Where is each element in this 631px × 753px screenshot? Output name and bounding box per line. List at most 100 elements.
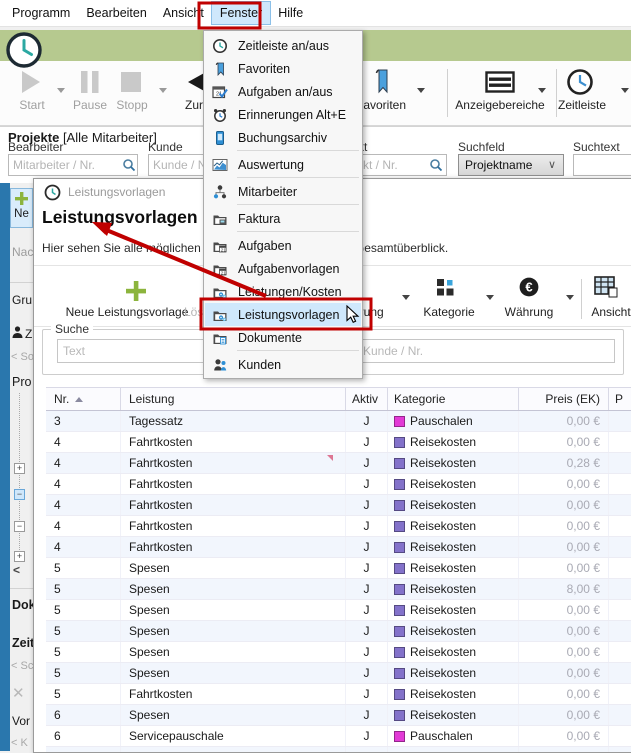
column-header-aktiv[interactable]: Aktiv: [346, 388, 388, 410]
menu-item-aufgaben[interactable]: 21Aufgaben: [205, 234, 361, 257]
menu-item-mitarbeiter[interactable]: Mitarbeiter: [205, 180, 361, 203]
table-row[interactable]: 4FahrtkostenJReisekosten0,00 €: [46, 516, 631, 537]
table-row[interactable]: 5SpesenJReisekosten0,00 €: [46, 621, 631, 642]
tree-expander-minus[interactable]: −: [14, 521, 25, 532]
scroll-left-arrow[interactable]: <: [13, 563, 20, 577]
stopp-caret[interactable]: [159, 88, 167, 93]
app-logo-clock-icon: [5, 31, 43, 74]
column-header-kategorie[interactable]: Kategorie: [388, 388, 519, 410]
search-icon[interactable]: [429, 158, 443, 177]
pause-button[interactable]: [79, 70, 101, 99]
table-row[interactable]: 4FahrtkostenJReisekosten0,00 €: [46, 474, 631, 495]
project-tree-fragment[interactable]: + − − +: [10, 393, 33, 568]
tree-expander-plus[interactable]: +: [14, 551, 25, 562]
menu-item-favoriten[interactable]: Favoriten: [205, 57, 361, 80]
menubar-item-fenster[interactable]: Fenster: [212, 2, 270, 24]
plus-icon: [126, 281, 146, 306]
erung-caret[interactable]: [402, 295, 410, 300]
table-row[interactable]: 6ServicepauschaleJPauschalen0,00 €: [46, 726, 631, 747]
column-header-preis-ek-[interactable]: Preis (EK): [519, 388, 609, 410]
anzeigebereiche-button[interactable]: [485, 71, 515, 98]
suche-kunde-input[interactable]: [357, 339, 615, 363]
menu-item-kunden[interactable]: Kunden: [205, 353, 361, 376]
table-cell: Fahrtkosten: [121, 516, 346, 536]
tree-expander-plus[interactable]: +: [14, 463, 25, 474]
table-row[interactable]: 4FahrtkostenJReisekosten0,00 €: [46, 537, 631, 558]
table-row[interactable]: 6ServicepauschaleJPauschalen0,00 €: [46, 747, 631, 753]
table-row[interactable]: 3TagessatzJPauschalen0,00 €: [46, 411, 631, 432]
tree-expander-minus-selected[interactable]: −: [14, 489, 25, 500]
search-icon[interactable]: [122, 158, 136, 177]
menu-item-zeitleiste-an-aus[interactable]: Zeitleiste an/aus: [205, 34, 361, 57]
menubar-item-bearbeiten[interactable]: Bearbeiten: [78, 2, 154, 24]
table-cell: Reisekosten: [388, 642, 519, 662]
table-cell: 0,00 €: [519, 474, 609, 494]
projects-scope: [Alle Mitarbeiter]: [63, 130, 157, 145]
column-header-p[interactable]: P: [609, 388, 631, 410]
menu-item-label: Buchungsarchiv: [238, 131, 327, 145]
svg-text:21: 21: [221, 247, 227, 252]
anzeigebereiche-caret[interactable]: [538, 88, 546, 93]
table-row[interactable]: 5FahrtkostenJReisekosten0,00 €: [46, 684, 631, 705]
menu-item-dokumente[interactable]: Dokumente: [205, 326, 361, 349]
menu-item-label: Aufgabenvorlagen: [238, 262, 339, 276]
table-cell: 0,00 €: [519, 516, 609, 536]
menubar-item-hilfe[interactable]: Hilfe: [270, 2, 311, 24]
window-title: Leistungsvorlagen: [68, 185, 165, 199]
menu-item-label: Faktura: [238, 212, 280, 226]
start-caret[interactable]: [57, 88, 65, 93]
zeitleiste-button[interactable]: [566, 68, 594, 101]
table-cell: Servicepauschale: [121, 726, 346, 746]
menu-separator: [237, 231, 359, 232]
menu-item-auswertung[interactable]: Auswertung: [205, 153, 361, 176]
table-cell: 5: [46, 684, 121, 704]
table-row[interactable]: 4FahrtkostenJReisekosten0,00 €: [46, 495, 631, 516]
neu-button[interactable]: Ne: [10, 188, 33, 228]
table-cell: Reisekosten: [388, 432, 519, 452]
suchfeld-label: Suchfeld: [458, 140, 505, 154]
menu-item-leistungsvorlagen[interactable]: Leistungsvorlagen: [205, 303, 361, 326]
table-row[interactable]: 5SpesenJReisekosten0,00 €: [46, 558, 631, 579]
menu-item-buchungsarchiv[interactable]: Buchungsarchiv: [205, 126, 361, 149]
table-cell: 5: [46, 663, 121, 683]
close-x-icon[interactable]: ✕: [12, 684, 25, 702]
table-cell: [609, 474, 631, 494]
kategorie-color-swatch: [394, 563, 405, 574]
table-row[interactable]: 4FahrtkostenJReisekosten0,00 €: [46, 432, 631, 453]
menubar-item-ansicht[interactable]: Ansicht: [155, 2, 212, 24]
table-row[interactable]: 5SpesenJReisekosten0,00 €: [46, 642, 631, 663]
column-header-nr-[interactable]: Nr.: [46, 388, 121, 410]
favoriten-caret[interactable]: [417, 88, 425, 93]
table-row[interactable]: 4FahrtkostenJReisekosten0,28 €: [46, 453, 631, 474]
table-row[interactable]: 5SpesenJReisekosten0,00 €: [46, 600, 631, 621]
menu-item-label: Leistungsvorlagen: [238, 308, 339, 322]
table-row[interactable]: 5SpesenJReisekosten8,00 €: [46, 579, 631, 600]
menu-separator: [237, 150, 359, 151]
suche-label: Suche: [51, 322, 93, 336]
fenster-dropdown-menu: Zeitleiste an/ausFavoriten21Aufgaben an/…: [203, 30, 363, 379]
favoriten-button[interactable]: [371, 68, 391, 100]
menubar-item-programm[interactable]: Programm: [4, 2, 78, 24]
stopp-button[interactable]: [120, 71, 142, 98]
menu-item-erinnerungen-alt-e[interactable]: Erinnerungen Alt+E: [205, 103, 361, 126]
table-cell: 6: [46, 705, 121, 725]
table-row[interactable]: 6SpesenJReisekosten0,00 €: [46, 705, 631, 726]
kategorie-caret[interactable]: [486, 295, 494, 300]
kategorie-color-swatch: [394, 458, 405, 469]
bearbeiter-input[interactable]: [8, 154, 138, 176]
zeitleiste-caret[interactable]: [621, 88, 629, 93]
menu-item-faktura[interactable]: Faktura: [205, 207, 361, 230]
so-fragment: < So: [11, 351, 34, 363]
sort-ascending-icon: [75, 397, 83, 402]
suchfeld-select[interactable]: Projektname ∨: [458, 154, 564, 176]
menu-item-aufgabenvorlagen[interactable]: 21Aufgabenvorlagen: [205, 257, 361, 280]
table-cell: Spesen: [121, 579, 346, 599]
table-row[interactable]: 5SpesenJReisekosten0,00 €: [46, 663, 631, 684]
column-header-leistung[interactable]: Leistung: [121, 388, 346, 410]
table-cell: 4: [46, 516, 121, 536]
waehrung-caret[interactable]: [566, 295, 574, 300]
menu-item-leistungen-kosten[interactable]: Leistungen/Kosten: [205, 280, 361, 303]
table-cell: [609, 747, 631, 753]
suchtext-input[interactable]: [573, 154, 631, 176]
menu-item-aufgaben-an-aus[interactable]: 21Aufgaben an/aus: [205, 80, 361, 103]
